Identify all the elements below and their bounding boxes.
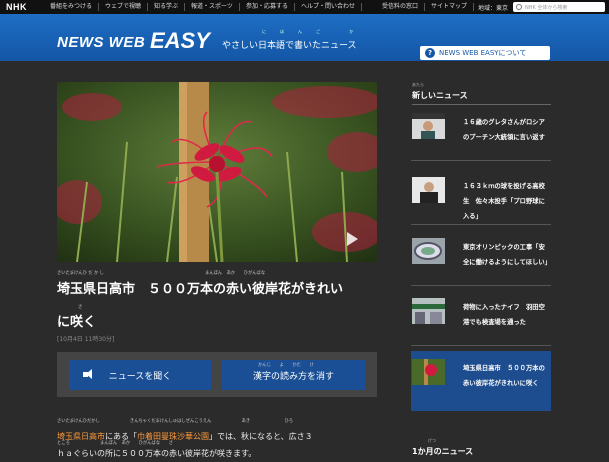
nav-learn[interactable]: 知る学ぶ (148, 3, 186, 11)
listen-news-button[interactable]: ニュースを聞く (69, 360, 211, 390)
nhk-logo[interactable]: NHK (6, 2, 44, 12)
article-body-line-2: ｈａぐらいの所に５００万本の赤い彼岸花が咲きます。 (57, 449, 257, 458)
kanji-ruby: かんじ よ かた け (258, 363, 314, 368)
nav-participate[interactable]: 参加・応募する (240, 3, 295, 11)
item-divider (411, 285, 551, 286)
nav-fee-window[interactable]: 受信料の窓口 (376, 3, 425, 11)
news-thumbnail (412, 238, 445, 264)
news-item-text: 荷物に入ったナイフ 羽田空港でも検査場を通った (463, 304, 545, 326)
monthly-news-heading: 1か月のニュース (412, 447, 474, 456)
tagline: やさしい日本語で書いたニュース (222, 41, 357, 51)
global-nav-bar: NHK 番組をみつける ウェブで視聴 知る学ぶ 報道・スポーツ 参加・応募する … (0, 0, 609, 14)
news-thumbnail (412, 359, 445, 385)
month-heading-ruby: げつ (428, 438, 436, 443)
article-tools: ニュースを聞く かんじ よ かた け 漢字の読み方を消す (57, 352, 377, 397)
play-icon[interactable] (347, 232, 358, 246)
about-label: NEWS WEB EASYについて (439, 49, 527, 57)
news-thumbnail (412, 298, 445, 324)
question-icon: ? (425, 48, 435, 58)
body-ruby-1: さいたまけんひだかし きんちゃくだまけんしゅはしぜんこうえん あき ひろ (57, 419, 294, 424)
hide-kanji-reading-button[interactable]: かんじ よ かた け 漢字の読み方を消す (222, 360, 365, 390)
news-item-spider-lily[interactable]: 埼玉県日高市 ５００万本の赤い彼岸花がきれいに咲く (411, 351, 551, 411)
nav-help[interactable]: ヘルプ・問い合わせ (295, 3, 362, 11)
logo-news-web[interactable]: NEWS WEB (57, 34, 145, 51)
sidebar-heading-ruby: あたら (412, 82, 424, 87)
nav-sitemap[interactable]: サイトマップ (425, 3, 474, 11)
item-divider (411, 160, 551, 161)
news-item-text: 埼玉県日高市 ５００万本の赤い彼岸花がきれいに咲く (463, 365, 545, 387)
tagline-ruby: にほんご か (262, 29, 368, 34)
title-ruby-3: さ (78, 305, 83, 310)
search-input[interactable]: NHK 全体から検索 (513, 2, 605, 12)
nav-watch-web[interactable]: ウェブで視聴 (99, 3, 149, 11)
body-text-post: 」では、秋になると、広さ３ (209, 432, 313, 441)
listen-label: ニュースを聞く (108, 371, 172, 382)
news-thumbnail (412, 113, 445, 139)
article-date: [10月4日 11時30分] (57, 336, 115, 343)
new-news-heading: 新しいニュース (412, 91, 468, 100)
title-ruby-1: さいたまけんひ だ か し (57, 271, 104, 276)
nav-find-programs[interactable]: 番組をみつける (44, 3, 100, 11)
article-title-line-1: 埼玉県日高市 ５００万本の赤い彼岸花がきれい (57, 282, 344, 297)
about-button[interactable]: ? NEWS WEB EASYについて (420, 46, 550, 60)
news-item-text: 東京オリンピックの工事「安全に働けるようにしてほしい」 (463, 244, 551, 266)
news-thumbnail (412, 177, 445, 203)
article-photo[interactable] (57, 82, 377, 262)
kanji-label: 漢字の読み方を消す (252, 371, 334, 382)
site-header: NEWS WEB EASY にほんご か やさしい日本語で書いたニュース ? N… (0, 14, 609, 61)
news-item-text: １６３ｋｍの球を投げる高校生 佐々木投手「プロ野球に入る」 (463, 183, 545, 220)
logo-easy[interactable]: EASY (150, 28, 210, 54)
item-divider (411, 224, 551, 225)
news-item-sasaki[interactable]: １６３ｋｍの球を投げる高校生 佐々木投手「プロ野球に入る」 (411, 169, 551, 225)
spider-lily-image (57, 82, 377, 262)
search-placeholder: NHK 全体から検索 (525, 4, 568, 11)
region-selector[interactable]: 地域：東京 (478, 3, 508, 12)
news-item-greta[interactable]: １６歳のグレタさんがロシアのプーチン大統領に言い返す (411, 105, 551, 161)
body-ruby-2: ところ まんぼん あか ひがんばな さ (57, 441, 174, 446)
news-item-haneda[interactable]: 荷物に入ったナイフ 羽田空港でも検査場を通った (411, 290, 551, 346)
speaker-icon (83, 369, 92, 379)
nav-news-sports[interactable]: 報道・スポーツ (185, 3, 240, 11)
search-icon (516, 4, 522, 10)
article-title-line-2: に咲く (57, 315, 97, 330)
title-ruby-2: まんぼん あか ひがんばな (205, 271, 266, 276)
news-item-olympics[interactable]: 東京オリンピックの工事「安全に働けるようにしてほしい」 (411, 230, 551, 286)
item-divider (411, 345, 551, 346)
news-item-text: １６歳のグレタさんがロシアのプーチン大統領に言い返す (463, 119, 545, 141)
